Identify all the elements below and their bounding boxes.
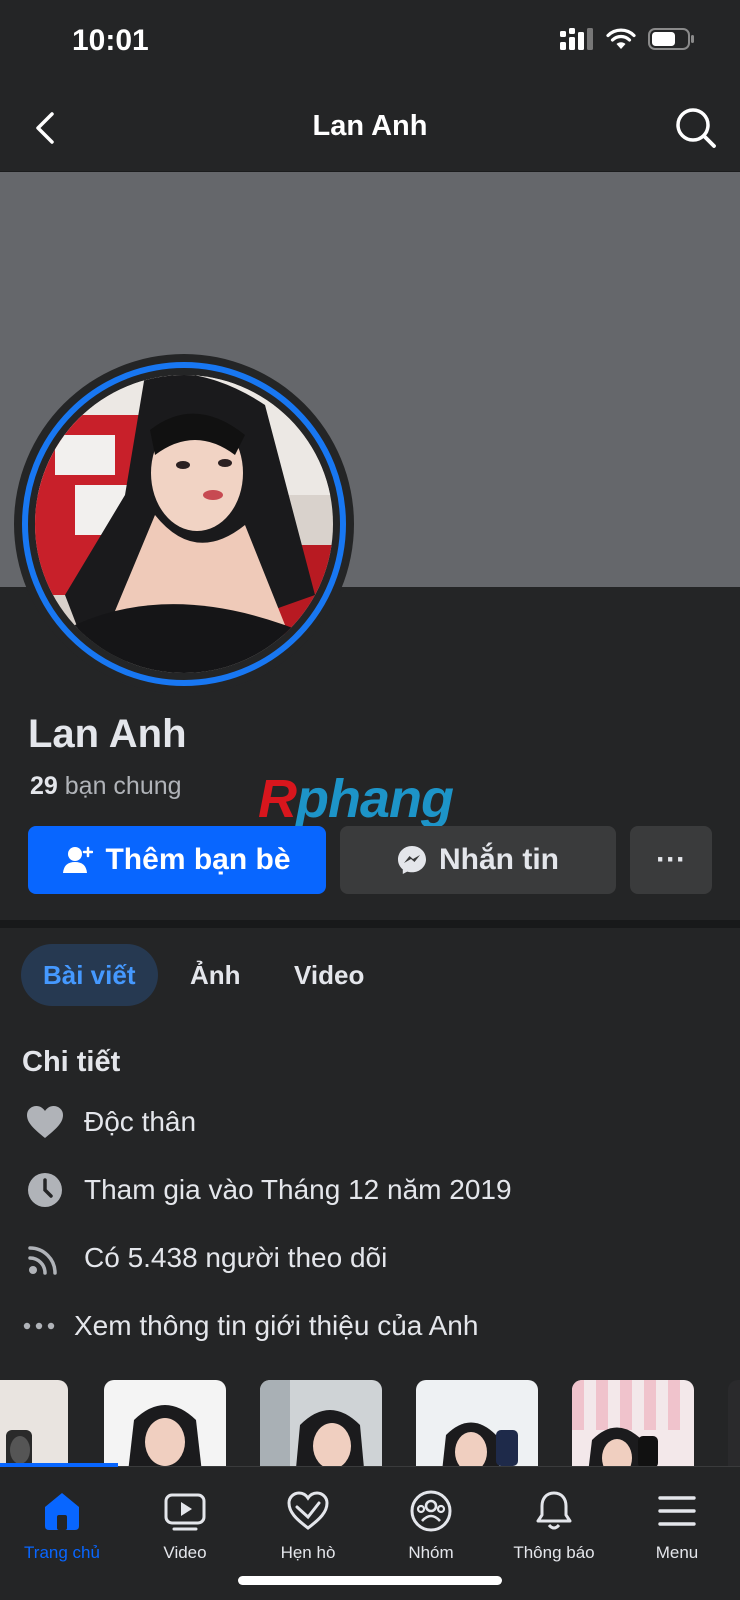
tab-photos[interactable]: Ảnh xyxy=(168,944,263,1006)
avatar[interactable] xyxy=(35,375,333,673)
search-button[interactable] xyxy=(672,104,720,152)
detail-relationship-text: Độc thân xyxy=(84,1106,197,1137)
more-options-button[interactable]: ··· xyxy=(630,826,712,894)
watermark-first: R xyxy=(258,769,297,829)
detail-followers[interactable]: Có 5.438 người theo dõi xyxy=(22,1236,387,1280)
search-icon xyxy=(676,108,716,148)
page-title: Lan Anh xyxy=(312,110,428,142)
status-time: 10:01 xyxy=(72,24,149,57)
heart-icon xyxy=(22,1100,68,1144)
nav-dating-label: Hẹn hò xyxy=(280,1543,336,1562)
active-tab-indicator xyxy=(0,1463,118,1467)
nav-groups[interactable]: Nhóm xyxy=(369,1485,493,1569)
nav-notifications-label: Thông báo xyxy=(513,1543,595,1562)
photo-thumbnail[interactable] xyxy=(260,1380,382,1470)
photos-strip xyxy=(0,1380,740,1470)
messenger-icon xyxy=(398,846,426,874)
see-about-info-link[interactable]: Xem thông tin giới thiệu của Anh xyxy=(16,1304,478,1348)
photo-thumbnail[interactable] xyxy=(104,1380,226,1470)
nav-groups-label: Nhóm xyxy=(408,1543,454,1562)
nav-notifications[interactable]: Thông báo xyxy=(492,1485,616,1569)
nav-menu-label: Menu xyxy=(655,1543,699,1562)
nav-menu[interactable]: Menu xyxy=(615,1485,739,1569)
message-label: Nhắn tin xyxy=(439,843,559,876)
rss-icon xyxy=(22,1236,68,1280)
menu-icon xyxy=(615,1485,739,1537)
mutual-friends[interactable]: 29 bạn chung xyxy=(30,772,182,801)
bell-icon xyxy=(492,1485,616,1537)
video-icon xyxy=(123,1485,247,1537)
mutual-friends-count: 29 xyxy=(30,772,58,800)
detail-relationship: Độc thân xyxy=(22,1100,196,1144)
home-indicator xyxy=(238,1576,502,1585)
add-friend-icon xyxy=(63,846,94,873)
status-icons xyxy=(560,28,694,50)
nav-home[interactable]: Trang chủ xyxy=(0,1485,124,1569)
detail-joined: Tham gia vào Tháng 12 năm 2019 xyxy=(22,1168,512,1212)
clock-icon xyxy=(22,1168,68,1212)
detail-followers-text: Có 5.438 người theo dõi xyxy=(84,1242,388,1273)
nav-header: Lan Anh xyxy=(0,84,740,172)
dating-heart-icon xyxy=(246,1485,370,1537)
photo-thumbnail[interactable] xyxy=(728,1380,740,1470)
see-about-info-text: Xem thông tin giới thiệu của Anh xyxy=(74,1310,479,1341)
home-icon xyxy=(0,1485,124,1537)
nav-video[interactable]: Video xyxy=(123,1485,247,1569)
profile-name: Lan Anh xyxy=(28,712,187,756)
mutual-friends-label: bạn chung xyxy=(64,772,182,800)
detail-joined-text: Tham gia vào Tháng 12 năm 2019 xyxy=(84,1174,512,1205)
photo-thumbnail[interactable] xyxy=(0,1380,68,1470)
profile-photo xyxy=(35,375,333,673)
details-title: Chi tiết xyxy=(22,1046,121,1078)
watermark-logo: Rphang xyxy=(258,768,454,830)
add-friend-button[interactable]: Thêm bạn bè xyxy=(28,826,326,894)
battery-icon xyxy=(648,28,694,50)
message-button[interactable]: Nhắn tin xyxy=(340,826,616,894)
section-divider xyxy=(0,920,740,928)
photo-thumbnail[interactable] xyxy=(572,1380,694,1470)
tab-posts[interactable]: Bài viết xyxy=(21,944,158,1006)
nav-video-label: Video xyxy=(163,1543,207,1562)
photo-thumbnail[interactable] xyxy=(416,1380,538,1470)
add-friend-label: Thêm bạn bè xyxy=(105,843,291,876)
nav-dating[interactable]: Hẹn hò xyxy=(246,1485,370,1569)
watermark-rest: phang xyxy=(296,769,454,829)
dots-icon xyxy=(16,1304,62,1348)
groups-icon xyxy=(369,1485,493,1537)
tab-video[interactable]: Video xyxy=(272,944,386,1006)
status-bar: 10:01 xyxy=(0,0,740,84)
wifi-icon xyxy=(606,28,636,49)
nav-home-label: Trang chủ xyxy=(24,1543,100,1562)
signal-icon xyxy=(560,28,593,50)
more-options-label: ··· xyxy=(656,843,686,876)
